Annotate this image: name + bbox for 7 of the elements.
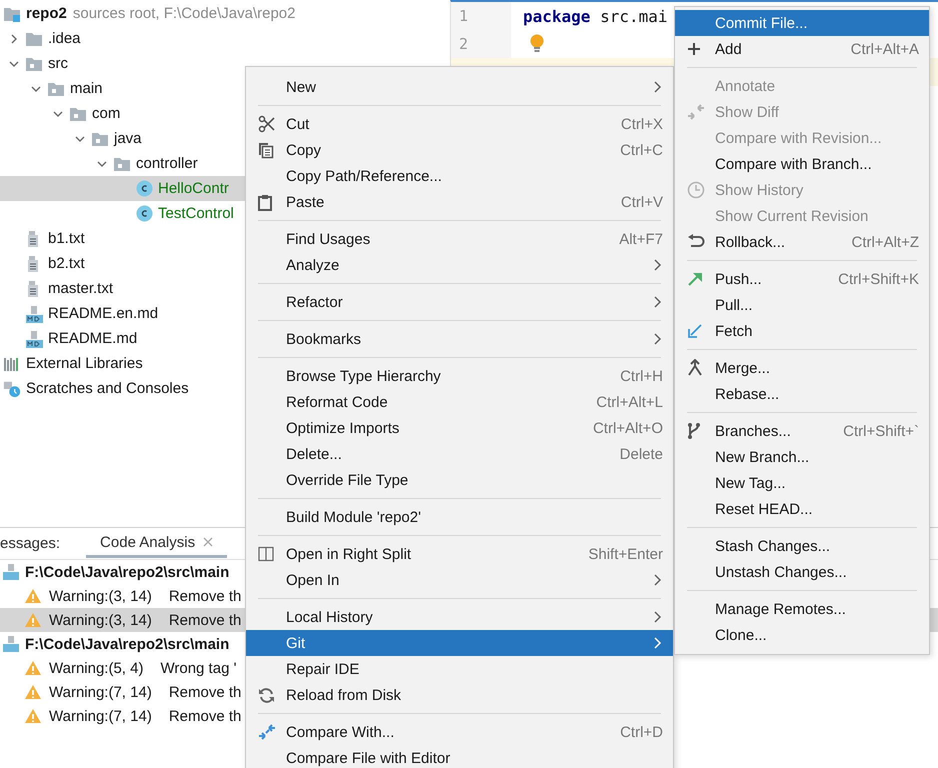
code-line: package src.mai: [522, 6, 668, 26]
line-number: 1: [458, 7, 468, 25]
line-number: 2: [458, 35, 468, 53]
root-path-hint: sources root, F:\Code\Java\repo2: [72, 5, 296, 22]
file-path: F:\Code\Java\repo2\src\main: [25, 564, 230, 580]
file-path: F:\Code\Java\repo2\src\main: [25, 636, 230, 652]
panel-label: essages:: [0, 535, 60, 552]
